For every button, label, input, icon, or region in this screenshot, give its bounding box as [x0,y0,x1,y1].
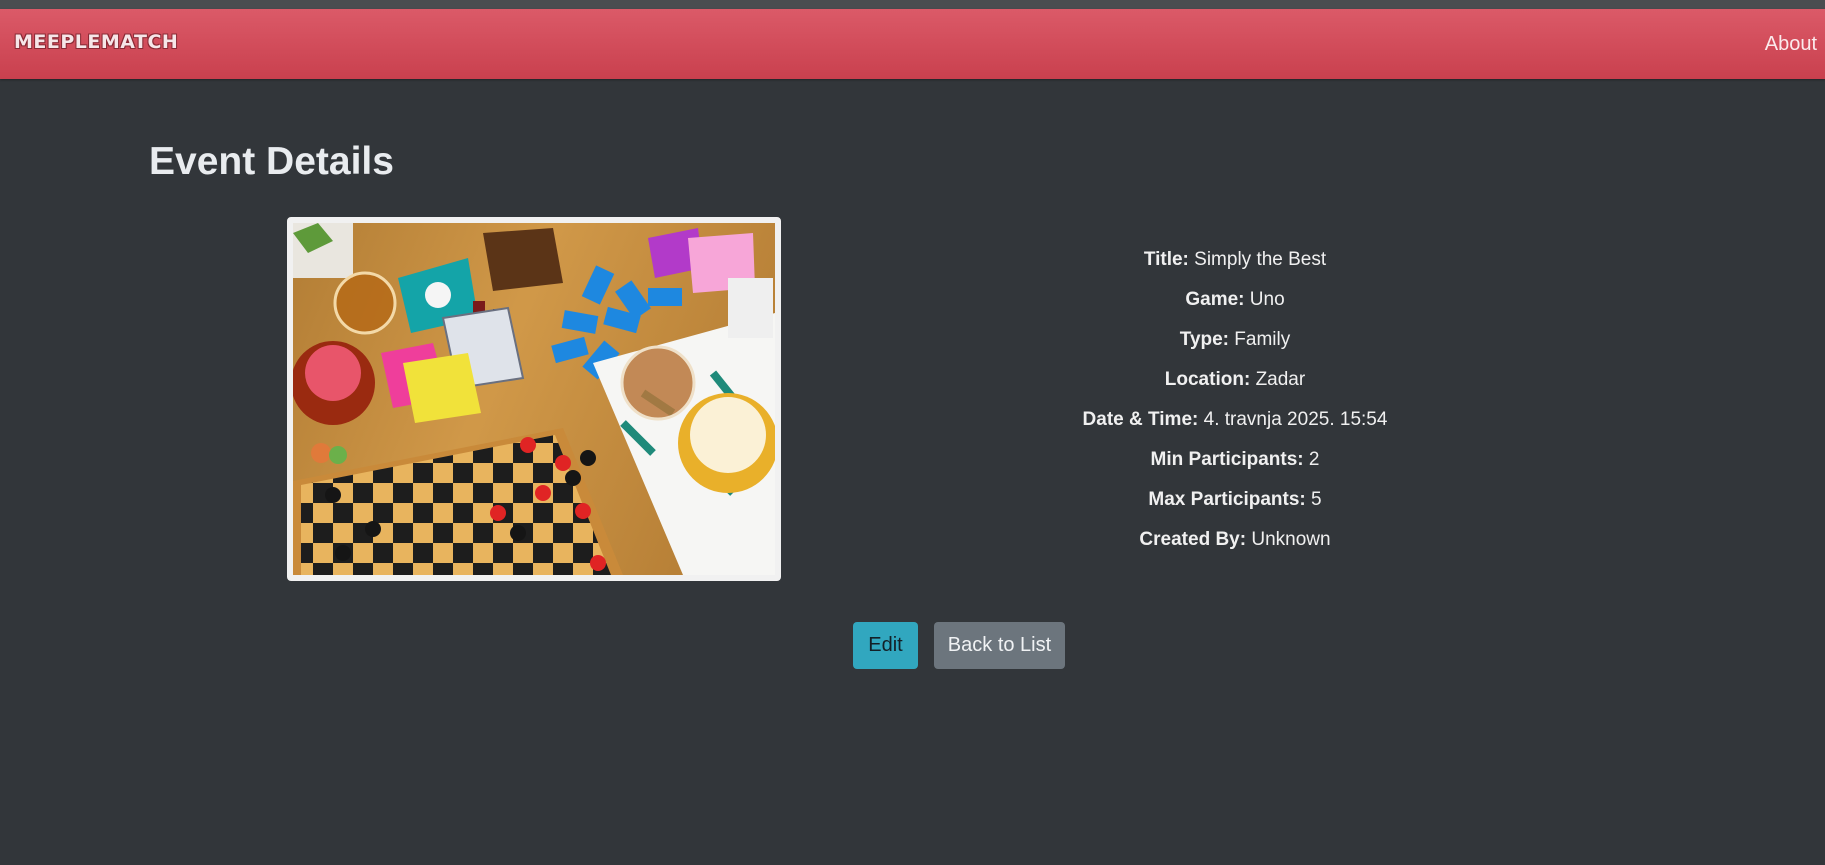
detail-location: Location: Zadar [1000,360,1470,400]
window-top-strip [0,0,1825,9]
detail-title: Title: Simply the Best [1000,240,1470,280]
brand-logo[interactable]: MEEPLEMATCH [14,31,178,53]
detail-max-participants: Max Participants: 5 [1000,480,1470,520]
detail-label: Title: [1143,249,1189,270]
back-to-list-button[interactable]: Back to List [934,622,1065,669]
event-details-list: Title: Simply the Best Game: Uno Type: F… [1000,240,1470,560]
detail-label: Max Participants: [1148,489,1306,510]
detail-value: Family [1234,329,1291,350]
detail-label: Type: [1179,329,1230,350]
navbar: MEEPLEMATCH About [0,9,1825,79]
detail-type: Type: Family [1000,320,1470,360]
detail-game: Game: Uno [1000,280,1470,320]
detail-date-time: Date & Time: 4. travnja 2025. 15:54 [1000,400,1470,440]
detail-value: Simply the Best [1194,249,1327,270]
detail-value: 4. travnja 2025. 15:54 [1203,409,1388,430]
nav-about-link[interactable]: About [1765,33,1817,56]
page-title: Event Details [149,140,394,183]
detail-label: Location: [1164,369,1251,390]
game-table-illustration [293,223,775,575]
edit-button[interactable]: Edit [853,622,918,669]
detail-label: Created By: [1139,529,1247,550]
detail-value: Uno [1249,289,1285,310]
detail-label: Min Participants: [1150,449,1304,470]
detail-value: Unknown [1251,529,1331,550]
detail-value: Zadar [1255,369,1306,390]
detail-value: 5 [1311,489,1322,510]
detail-label: Game: [1185,289,1245,310]
detail-created-by: Created By: Unknown [1000,520,1470,560]
event-image [287,217,781,581]
detail-min-participants: Min Participants: 2 [1000,440,1470,480]
detail-label: Date & Time: [1082,409,1199,430]
detail-value: 2 [1308,449,1320,470]
